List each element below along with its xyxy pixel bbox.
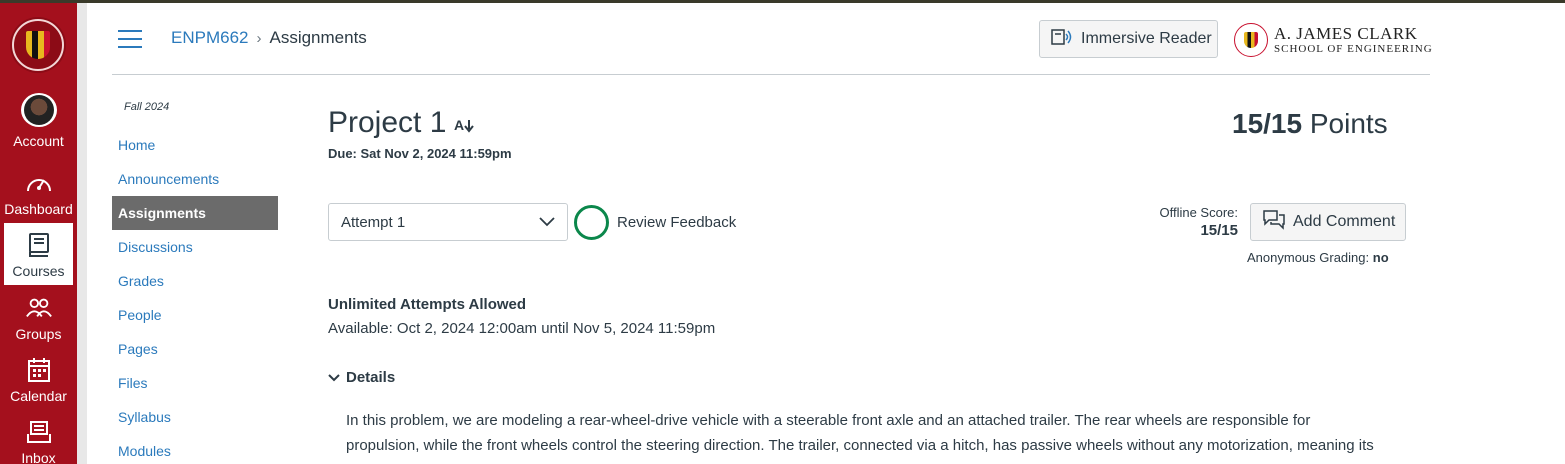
assignment-description: In this problem, we are modeling a rear-… — [346, 412, 1374, 464]
umd-seal-icon — [1234, 23, 1268, 57]
groups-people-icon — [25, 294, 53, 322]
offline-score: Offline Score: 15/15 — [1159, 205, 1238, 239]
comment-icon — [1263, 209, 1285, 235]
add-comment-button[interactable]: Add Comment — [1250, 203, 1406, 241]
anonymous-grading: Anonymous Grading: no — [1247, 250, 1389, 265]
details-toggle[interactable]: Details — [328, 369, 395, 386]
page-title: Project 1 A — [328, 106, 476, 140]
course-nav-syllabus[interactable]: Syllabus — [112, 400, 278, 434]
chevron-down-icon — [539, 214, 555, 231]
course-nav-grades[interactable]: Grades — [112, 264, 278, 298]
chevron-down-icon — [328, 369, 340, 386]
avatar — [20, 93, 57, 127]
course-nav-assignments[interactable]: Assignments — [112, 196, 278, 230]
course-nav-modules[interactable]: Modules — [112, 434, 278, 464]
course-nav-files[interactable]: Files — [112, 366, 278, 400]
nav-scrollbar[interactable] — [77, 3, 87, 464]
global-nav-courses[interactable]: Courses — [4, 223, 73, 285]
top-accent-line — [0, 0, 1565, 3]
course-nav-home[interactable]: Home — [112, 128, 278, 162]
global-nav-groups[interactable]: Groups — [4, 286, 73, 348]
immersive-reader-button[interactable]: Immersive Reader — [1039, 20, 1218, 58]
course-term: Fall 2024 — [124, 101, 170, 113]
attempt-select[interactable]: Attempt 1 — [328, 203, 568, 241]
calendar-icon — [25, 356, 53, 384]
attempts-allowed: Unlimited Attempts Allowed — [328, 296, 527, 313]
availability: Available: Oct 2, 2024 12:00am until Nov… — [328, 320, 716, 337]
course-nav-announcements[interactable]: Announcements — [112, 162, 278, 196]
global-nav-dashboard[interactable]: Dashboard — [4, 161, 73, 223]
status-circle-icon — [574, 204, 609, 240]
due-date: Due: Sat Nov 2, 2024 11:59pm — [328, 146, 512, 161]
course-nav-discussions[interactable]: Discussions — [112, 230, 278, 264]
dashboard-gauge-icon — [25, 169, 53, 197]
header-divider — [112, 74, 1430, 75]
global-nav-calendar[interactable]: Calendar — [4, 348, 73, 410]
course-nav-people[interactable]: People — [112, 298, 278, 332]
global-nav-inbox[interactable]: Inbox — [4, 410, 73, 464]
courses-book-icon — [25, 231, 53, 259]
university-logo[interactable] — [10, 17, 66, 73]
points-display: 15/15 Points — [1232, 108, 1388, 139]
translate-icon[interactable]: A — [454, 117, 476, 136]
inbox-icon — [25, 418, 53, 446]
global-nav: Account Dashboard Courses Groups Calenda… — [0, 3, 77, 464]
breadcrumb-current: Assignments — [269, 28, 367, 47]
breadcrumb: ENPM662 › Assignments — [171, 28, 367, 48]
global-nav-account[interactable]: Account — [4, 93, 73, 155]
review-feedback-button[interactable]: Review Feedback — [574, 203, 736, 241]
clark-school-logo: A. JAMES CLARK SCHOOL OF ENGINEERING — [1234, 20, 1434, 60]
breadcrumb-separator: › — [256, 29, 262, 47]
course-nav-pages[interactable]: Pages — [112, 332, 278, 366]
svg-text:A: A — [454, 117, 464, 133]
breadcrumb-course-link[interactable]: ENPM662 — [171, 28, 248, 48]
hamburger-menu-button[interactable] — [118, 30, 142, 48]
course-nav: Home Announcements Assignments Discussio… — [112, 128, 278, 464]
immersive-reader-icon — [1051, 28, 1073, 51]
